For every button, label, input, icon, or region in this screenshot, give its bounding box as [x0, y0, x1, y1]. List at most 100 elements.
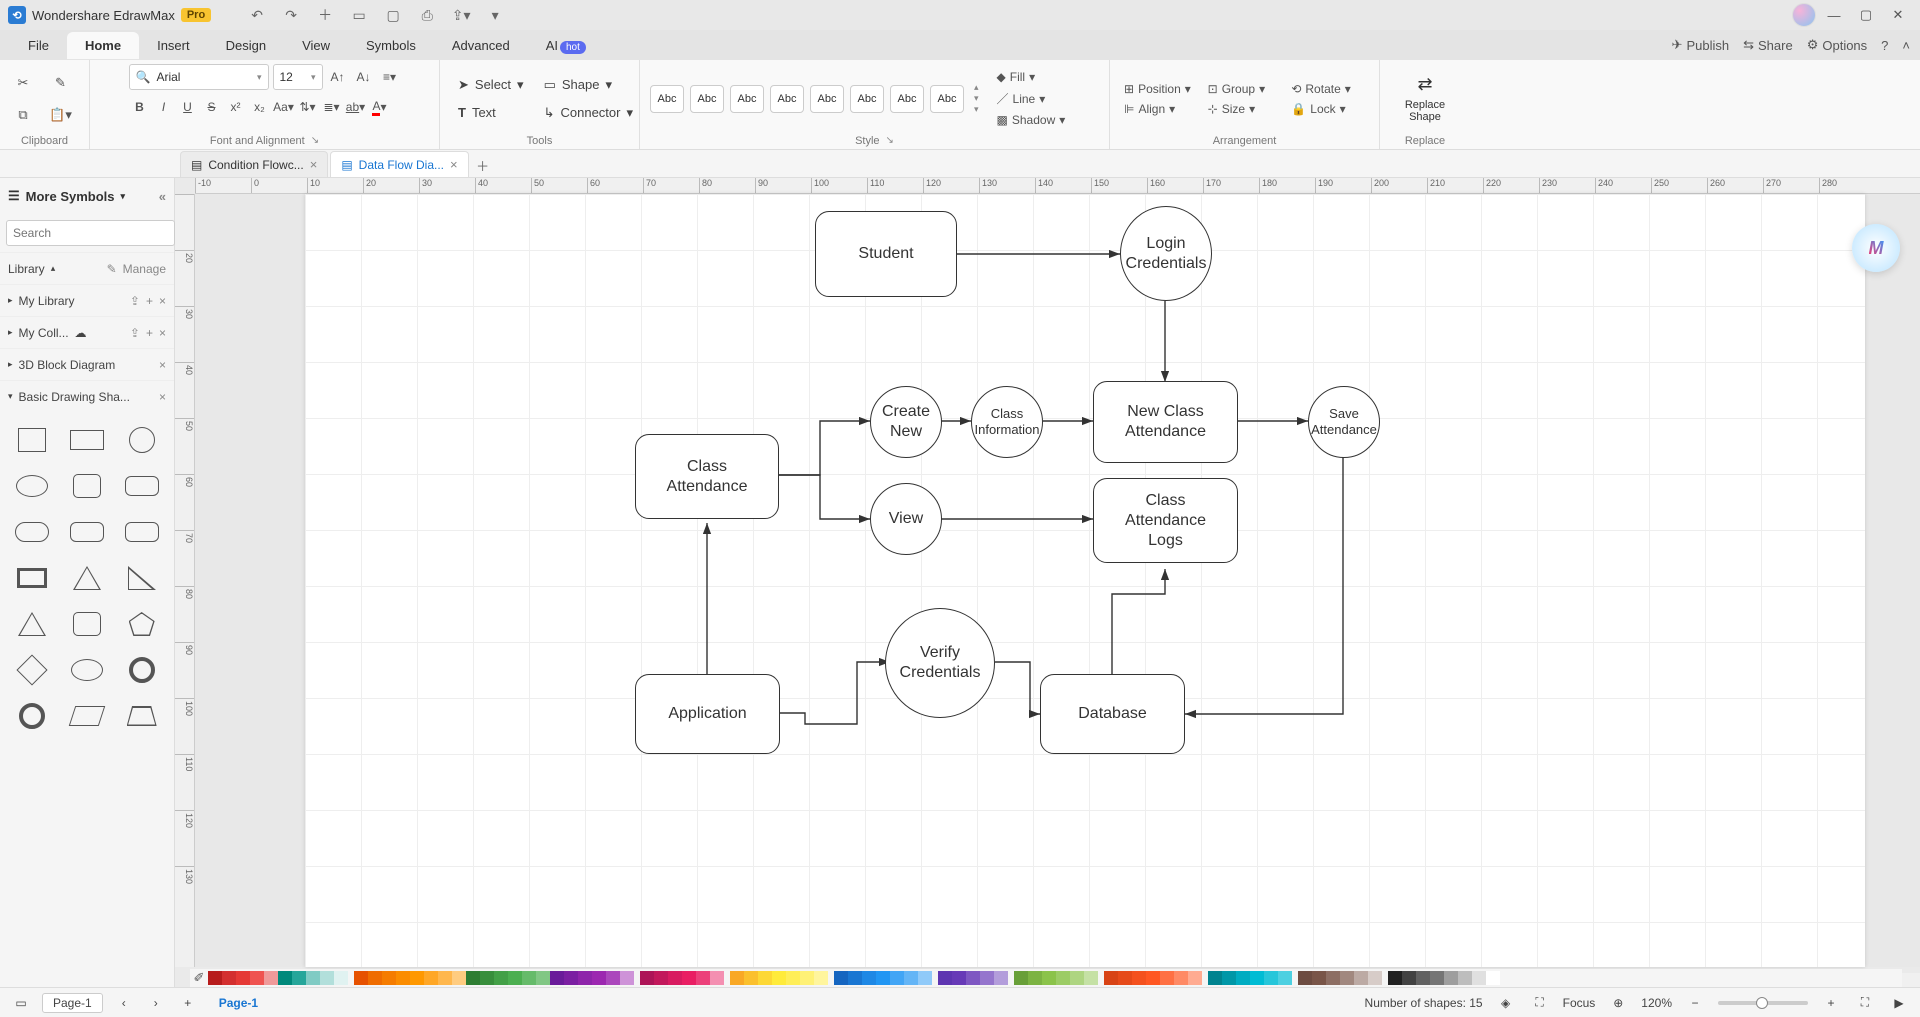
- position-button[interactable]: ⊞ Position▾: [1120, 80, 1202, 98]
- color-swatch[interactable]: [1444, 971, 1458, 985]
- connector-tool[interactable]: ↳Connector▾: [536, 101, 641, 125]
- color-swatch[interactable]: [876, 971, 890, 985]
- remove-lib-icon[interactable]: ×: [159, 358, 166, 372]
- node-application[interactable]: Application: [635, 674, 780, 754]
- color-swatch[interactable]: [1430, 971, 1444, 985]
- color-swatch[interactable]: [480, 971, 494, 985]
- close-button[interactable]: ✕: [1884, 3, 1912, 27]
- menu-insert[interactable]: Insert: [139, 32, 208, 59]
- color-swatch[interactable]: [668, 971, 682, 985]
- color-swatch[interactable]: [994, 971, 1008, 985]
- menu-ai[interactable]: AIhot: [528, 32, 604, 59]
- color-swatch[interactable]: [730, 971, 744, 985]
- color-swatch[interactable]: [1354, 971, 1368, 985]
- user-avatar[interactable]: [1792, 3, 1816, 27]
- shape-circle[interactable]: [119, 422, 164, 458]
- size-button[interactable]: ⊹ Size▾: [1204, 100, 1286, 118]
- color-swatch[interactable]: [848, 971, 862, 985]
- color-swatch[interactable]: [292, 971, 306, 985]
- color-swatch[interactable]: [1340, 971, 1354, 985]
- ai-assistant-button[interactable]: M: [1852, 224, 1900, 272]
- style-preset[interactable]: Abc: [730, 85, 764, 113]
- shape-triangle2[interactable]: [10, 606, 55, 642]
- color-swatch[interactable]: [522, 971, 536, 985]
- strike-icon[interactable]: S: [201, 96, 223, 118]
- library-label[interactable]: Library: [8, 262, 45, 276]
- highlight-icon[interactable]: ab▾: [345, 96, 367, 118]
- color-swatch[interactable]: [800, 971, 814, 985]
- select-tool[interactable]: ➤Select▾: [450, 73, 532, 97]
- export-lib-icon[interactable]: ⇪: [130, 326, 140, 340]
- color-swatch[interactable]: [772, 971, 786, 985]
- fullscreen-icon[interactable]: ⛶: [1854, 992, 1876, 1014]
- presentation-icon[interactable]: ▶: [1888, 992, 1910, 1014]
- node-class-info[interactable]: Class Information: [971, 386, 1043, 458]
- style-next-icon[interactable]: ▾: [974, 93, 979, 104]
- style-preset[interactable]: Abc: [850, 85, 884, 113]
- color-swatch[interactable]: [354, 971, 368, 985]
- italic-icon[interactable]: I: [153, 96, 175, 118]
- add-lib-icon[interactable]: +: [146, 326, 153, 340]
- remove-lib-icon[interactable]: ×: [159, 390, 166, 404]
- print-icon[interactable]: ⎙: [413, 3, 441, 27]
- color-swatch[interactable]: [334, 971, 348, 985]
- page-tab[interactable]: Page-1: [42, 993, 103, 1013]
- shrink-font-icon[interactable]: A↓: [353, 66, 375, 88]
- library-section[interactable]: ▸My Library ⇪+×: [0, 284, 174, 316]
- color-swatch[interactable]: [320, 971, 334, 985]
- color-swatch[interactable]: [654, 971, 668, 985]
- lock-button[interactable]: 🔒 Lock▾: [1287, 100, 1369, 118]
- shape-rounded-rect3[interactable]: [119, 514, 164, 550]
- text-tool[interactable]: TText: [450, 101, 532, 124]
- shape-rectangle[interactable]: [65, 422, 110, 458]
- menu-view[interactable]: View: [284, 32, 348, 59]
- shape-rounded-rect[interactable]: [119, 468, 164, 504]
- color-swatch[interactable]: [1028, 971, 1042, 985]
- node-verify[interactable]: Verify Credentials: [885, 608, 995, 718]
- paste-icon[interactable]: 📋▾: [48, 102, 74, 128]
- color-swatch[interactable]: [1472, 971, 1486, 985]
- font-size-select[interactable]: 12▾: [273, 64, 323, 90]
- fit-icon[interactable]: ⊕: [1607, 992, 1629, 1014]
- color-swatch[interactable]: [1236, 971, 1250, 985]
- page-list-icon[interactable]: ▭: [10, 992, 32, 1014]
- shape-frame[interactable]: [10, 560, 55, 596]
- color-swatch[interactable]: [264, 971, 278, 985]
- shape-donut2[interactable]: [10, 698, 55, 734]
- shape-rounded-square[interactable]: [65, 468, 110, 504]
- color-swatch[interactable]: [1132, 971, 1146, 985]
- color-swatch[interactable]: [1402, 971, 1416, 985]
- doc-tab[interactable]: ▤ Condition Flowc... ×: [180, 151, 328, 177]
- symbol-search-input[interactable]: [6, 220, 175, 246]
- color-swatch[interactable]: [452, 971, 466, 985]
- color-swatch[interactable]: [1250, 971, 1264, 985]
- line-button[interactable]: ／ Line▾: [993, 88, 1070, 109]
- library-section[interactable]: ▸My Coll... ☁ ⇪+×: [0, 316, 174, 348]
- node-database[interactable]: Database: [1040, 674, 1185, 754]
- menu-advanced[interactable]: Advanced: [434, 32, 528, 59]
- color-swatch[interactable]: [890, 971, 904, 985]
- zoom-slider[interactable]: [1718, 1001, 1808, 1005]
- color-swatch[interactable]: [640, 971, 654, 985]
- node-view[interactable]: View: [870, 483, 942, 555]
- style-preset[interactable]: Abc: [930, 85, 964, 113]
- color-swatch[interactable]: [834, 971, 848, 985]
- color-swatch[interactable]: [1486, 971, 1500, 985]
- color-swatch[interactable]: [424, 971, 438, 985]
- export-icon[interactable]: ⇪▾: [447, 3, 475, 27]
- node-save-attendance[interactable]: Save Attendance: [1308, 386, 1380, 458]
- zoom-out-icon[interactable]: −: [1684, 992, 1706, 1014]
- color-swatch[interactable]: [682, 971, 696, 985]
- node-login[interactable]: Login Credentials: [1120, 206, 1212, 301]
- color-swatch[interactable]: [1208, 971, 1222, 985]
- align-text-icon[interactable]: ≡▾: [379, 66, 401, 88]
- ribbon-collapse-icon[interactable]: ˄: [1902, 38, 1910, 53]
- color-swatch[interactable]: [744, 971, 758, 985]
- shape-tool[interactable]: ▭Shape▾: [536, 73, 641, 97]
- color-swatch[interactable]: [1312, 971, 1326, 985]
- color-swatch[interactable]: [980, 971, 994, 985]
- close-tab-icon[interactable]: ×: [310, 157, 318, 172]
- color-swatch[interactable]: [606, 971, 620, 985]
- color-swatch[interactable]: [438, 971, 452, 985]
- color-swatch[interactable]: [466, 971, 480, 985]
